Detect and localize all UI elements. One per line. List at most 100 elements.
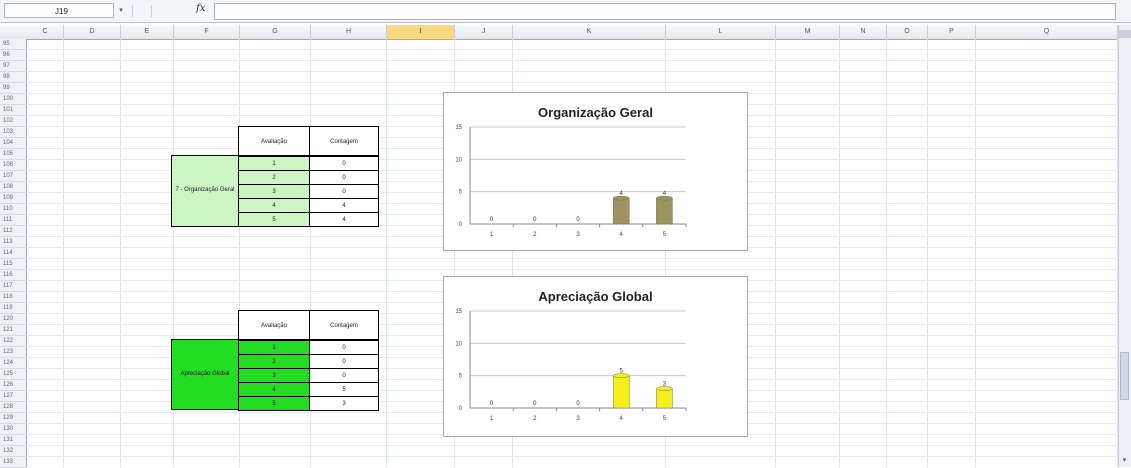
row-header[interactable]: 130 (0, 424, 27, 435)
y-tick-label: 0 (459, 222, 463, 228)
row-header[interactable]: 104 (0, 138, 27, 149)
row-header[interactable]: 115 (0, 259, 27, 270)
data-label: 0 (490, 217, 494, 223)
x-tick-label: 4 (620, 416, 624, 422)
row-header[interactable]: 96 (0, 50, 27, 61)
column-header-c[interactable]: C (27, 25, 64, 39)
row-header[interactable]: 133 (0, 457, 27, 468)
column-header-f[interactable]: F (174, 25, 240, 39)
column-header-i[interactable]: I (387, 25, 455, 39)
formula-input[interactable] (214, 3, 1116, 20)
contagem-cell[interactable]: 0 (309, 170, 379, 185)
column-header-d[interactable]: D (64, 25, 121, 39)
row-header[interactable]: 125 (0, 369, 27, 380)
row-header[interactable]: 108 (0, 182, 27, 193)
row-header[interactable]: 112 (0, 226, 27, 237)
row-header[interactable]: 127 (0, 391, 27, 402)
avaliacao-cell[interactable]: 4 (238, 198, 310, 213)
row-header[interactable]: 100 (0, 94, 27, 105)
contagem-cell[interactable]: 4 (309, 212, 379, 227)
row-header[interactable]: 122 (0, 336, 27, 347)
column-header-o[interactable]: O (887, 25, 928, 39)
contagem-cell[interactable]: 0 (309, 340, 379, 355)
vertical-scrollbar[interactable] (1118, 25, 1131, 467)
row-header[interactable]: 103 (0, 127, 27, 138)
row-header[interactable]: 113 (0, 237, 27, 248)
row-header[interactable]: 132 (0, 446, 27, 457)
split-handle[interactable] (1118, 30, 1131, 38)
contagem-cell[interactable]: 0 (309, 354, 379, 369)
x-tick-label: 2 (533, 416, 537, 422)
column-header-k[interactable]: K (513, 25, 666, 39)
x-tick-label: 1 (490, 416, 494, 422)
row-header[interactable]: 101 (0, 105, 27, 116)
contagem-cell[interactable]: 0 (309, 156, 379, 171)
contagem-cell[interactable]: 0 (309, 184, 379, 199)
data-label: 0 (576, 217, 580, 223)
x-tick-label: 5 (663, 416, 667, 422)
column-header-m[interactable]: M (776, 25, 840, 39)
row-header[interactable]: 128 (0, 402, 27, 413)
row-header[interactable]: 110 (0, 204, 27, 215)
row-header[interactable]: 109 (0, 193, 27, 204)
row-header[interactable]: 124 (0, 358, 27, 369)
gridline (27, 269, 1118, 270)
avaliacao-cell[interactable]: 1 (238, 156, 310, 171)
row-header[interactable]: 106 (0, 160, 27, 171)
insert-function-icon[interactable]: fx (196, 3, 205, 14)
row-header[interactable]: 117 (0, 281, 27, 292)
row-header[interactable]: 111 (0, 215, 27, 226)
formula-buttons[interactable] (132, 5, 152, 17)
name-box-dropdown-icon[interactable]: ▾ (116, 3, 126, 18)
row-header[interactable]: 116 (0, 270, 27, 281)
column-header-p[interactable]: P (928, 25, 976, 39)
row-header[interactable]: 114 (0, 248, 27, 259)
avaliacao-cell[interactable]: 5 (238, 212, 310, 227)
column-header-l[interactable]: L (666, 25, 776, 39)
row-header[interactable]: 95 (0, 39, 27, 50)
y-tick-label: 5 (459, 190, 463, 196)
row-header[interactable]: 129 (0, 413, 27, 424)
row-header[interactable]: 121 (0, 325, 27, 336)
row-header[interactable]: 118 (0, 292, 27, 303)
name-box[interactable]: J19 (4, 3, 114, 18)
row-header[interactable]: 97 (0, 61, 27, 72)
chart-apreciacao-global[interactable]: Apreciação Global 0 5 10 15 0 1 0 2 0 3 5 4 3 5 (443, 276, 748, 437)
row-header[interactable]: 99 (0, 83, 27, 94)
scroll-down-icon[interactable]: ▾ (1118, 455, 1131, 467)
column-header-q[interactable]: Q (976, 25, 1118, 39)
avaliacao-cell[interactable]: 2 (238, 354, 310, 369)
avaliacao-cell[interactable]: 1 (238, 340, 310, 355)
row-header[interactable]: 126 (0, 380, 27, 391)
row-header[interactable]: 98 (0, 72, 27, 83)
chart-organizacao-geral[interactable]: Organização Geral 0 5 10 15 0 1 0 2 0 3 4 4 4 5 (443, 92, 748, 251)
row-header[interactable]: 120 (0, 314, 27, 325)
avaliacao-cell[interactable]: 2 (238, 170, 310, 185)
row-header[interactable]: 107 (0, 171, 27, 182)
avaliacao-cell[interactable]: 5 (238, 396, 310, 411)
contagem-cell[interactable]: 5 (309, 382, 379, 397)
column-header-h[interactable]: H (311, 25, 387, 39)
data-label: 0 (533, 217, 537, 223)
avaliacao-cell[interactable]: 3 (238, 368, 310, 383)
column-header-g[interactable]: G (240, 25, 311, 39)
column-header-n[interactable]: N (840, 25, 887, 39)
contagem-cell[interactable]: 3 (309, 396, 379, 411)
row-header[interactable]: 119 (0, 303, 27, 314)
scrollbar-thumb[interactable] (1120, 352, 1129, 400)
y-tick-label: 10 (455, 157, 462, 163)
avaliacao-cell[interactable]: 3 (238, 184, 310, 199)
gridline (27, 456, 1118, 457)
contagem-cell[interactable]: 0 (309, 368, 379, 383)
row-header[interactable]: 131 (0, 435, 27, 446)
contagem-cell[interactable]: 4 (309, 198, 379, 213)
row-header[interactable]: 102 (0, 116, 27, 127)
gridline (27, 71, 1118, 72)
column-header-j[interactable]: J (455, 25, 513, 39)
row-header[interactable]: 123 (0, 347, 27, 358)
data-label: 0 (576, 401, 580, 407)
avaliacao-cell[interactable]: 4 (238, 382, 310, 397)
x-tick-label: 4 (620, 232, 624, 238)
row-header[interactable]: 105 (0, 149, 27, 160)
column-header-e[interactable]: E (121, 25, 174, 39)
